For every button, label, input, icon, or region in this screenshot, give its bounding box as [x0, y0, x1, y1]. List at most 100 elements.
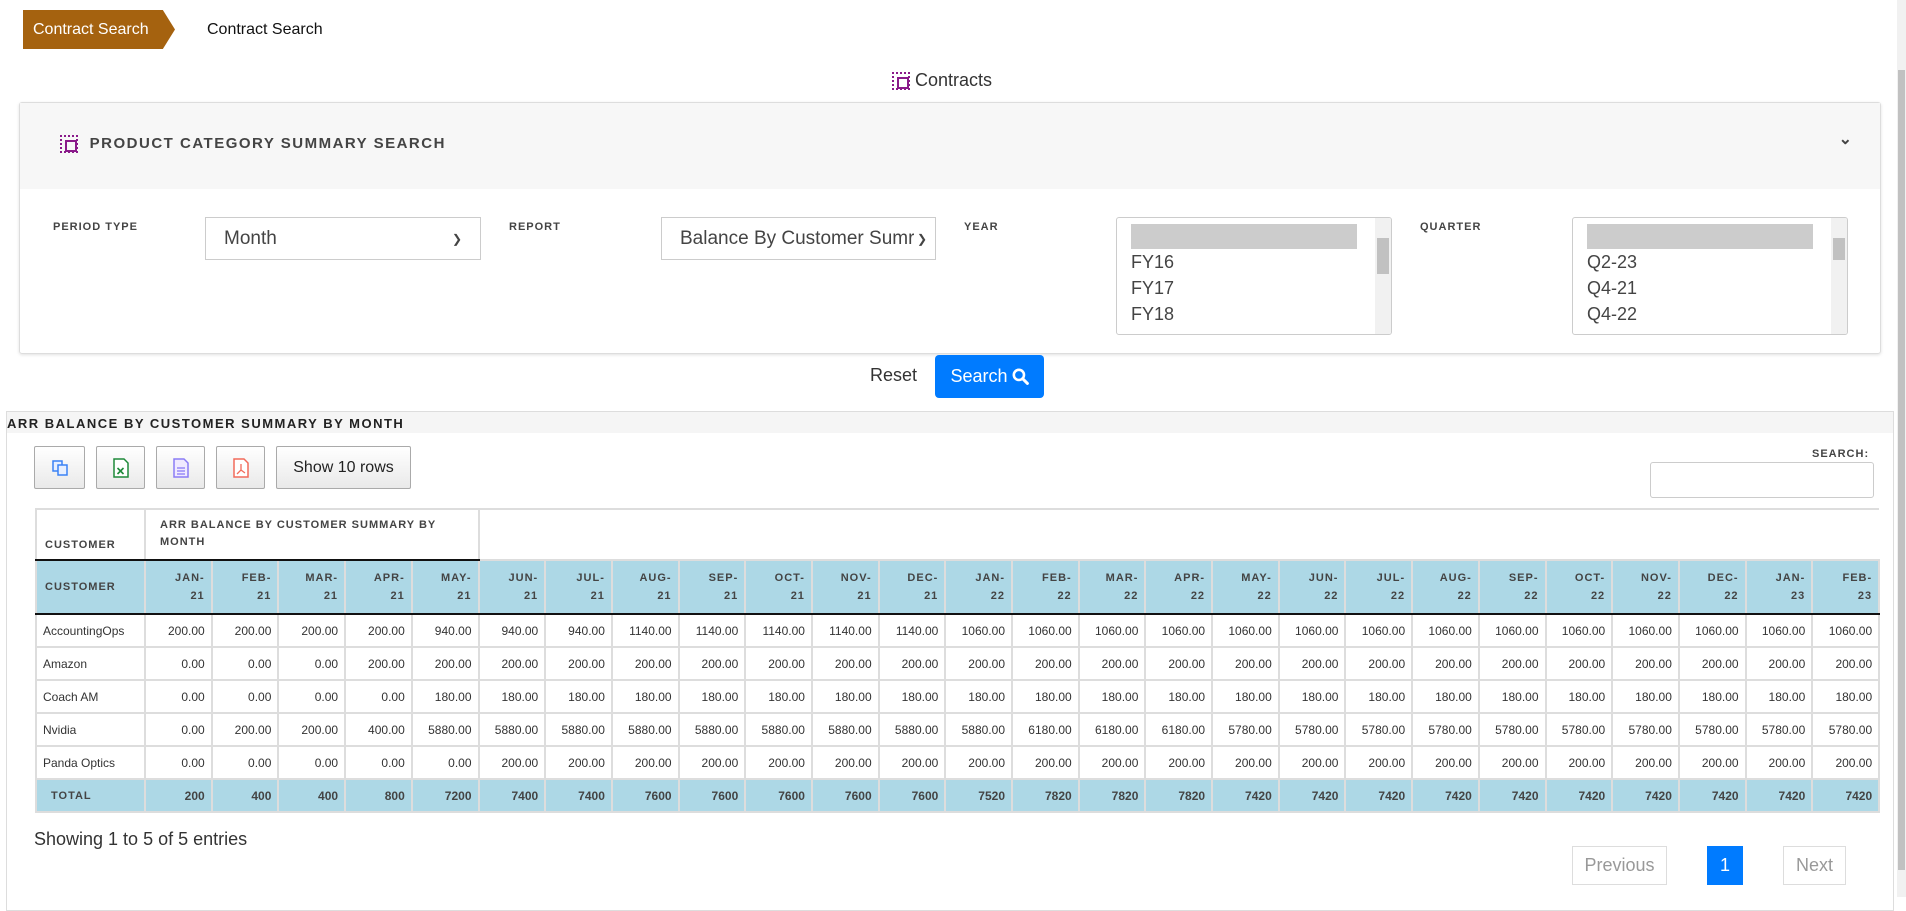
quarter-option-blank[interactable] — [1587, 224, 1813, 249]
excel-icon — [112, 457, 129, 478]
total-cell: 7600 — [677, 778, 747, 813]
copy-button[interactable] — [34, 446, 85, 489]
page-1-button[interactable]: 1 — [1707, 846, 1743, 885]
total-cell: 7420 — [1477, 778, 1547, 813]
chevron-down-icon: ❯ — [916, 231, 927, 246]
value-cell: 200.00 — [477, 646, 547, 681]
value-cell: 200.00 — [477, 745, 547, 780]
period-type-select[interactable]: Month ❯ — [205, 217, 481, 260]
total-cell: 7420 — [1411, 778, 1480, 813]
value-cell: 200.00 — [944, 745, 1013, 780]
value-cell: 200.00 — [1144, 646, 1214, 681]
value-cell: 1060.00 — [1277, 613, 1347, 648]
group-header-row: CUSTOMER ARR BALANCE BY CUSTOMER SUMMARY… — [35, 508, 1880, 561]
page-title: Contracts — [892, 70, 992, 91]
value-cell: 200.00 — [1277, 745, 1347, 780]
value-cell: 200.00 — [944, 646, 1013, 681]
value-cell: 200.00 — [610, 745, 680, 780]
table-row: Amazon 0.00 0.00 0.00 200.00 200.00 200.00 200.… — [35, 646, 1881, 681]
value-cell: 1140.00 — [877, 613, 947, 648]
year-option-blank[interactable] — [1131, 224, 1357, 249]
column-header-month[interactable]: JUL-21 — [544, 559, 613, 615]
column-header-month[interactable]: FEB-21 — [210, 559, 280, 615]
column-header-customer[interactable]: CUSTOMER — [35, 559, 146, 615]
value-cell: 200.00 — [1411, 646, 1480, 681]
column-header-month[interactable]: NOV-21 — [810, 559, 880, 615]
panel-title-text: PRODUCT CATEGORY SUMMARY SEARCH — [89, 135, 446, 152]
value-cell: 200.00 — [344, 646, 413, 681]
column-header-month[interactable]: FEB-23 — [1811, 559, 1881, 615]
year-option[interactable]: FY16 — [1117, 249, 1391, 275]
previous-page-button[interactable]: Previous — [1572, 846, 1667, 885]
reset-button[interactable]: Reset — [870, 365, 917, 386]
value-cell: 200.00 — [1077, 745, 1147, 780]
column-header-month[interactable]: MAY-21 — [410, 559, 480, 615]
report-select[interactable]: Balance By Customer Sumr ❯ — [661, 217, 936, 260]
year-listbox[interactable]: FY16 FY17 FY18 — [1116, 217, 1392, 335]
report-label: REPORT — [509, 221, 561, 233]
quarter-option[interactable]: Q4-22 — [1573, 301, 1847, 327]
value-cell: 5780.00 — [1544, 712, 1614, 747]
year-option[interactable]: FY17 — [1117, 275, 1391, 301]
search-button-label: Search — [950, 366, 1008, 386]
value-cell: 5880.00 — [410, 712, 480, 747]
value-cell: 5780.00 — [1211, 712, 1280, 747]
column-header-month[interactable]: MAR-21 — [277, 559, 347, 615]
table-search-input[interactable] — [1650, 462, 1874, 498]
value-cell: 200.00 — [210, 613, 280, 648]
page-scrollbar[interactable] — [1897, 0, 1906, 897]
column-header-month[interactable]: AUG-22 — [1411, 559, 1480, 615]
collapse-chevron-icon[interactable]: ⌄ — [1839, 129, 1852, 149]
group-header-title: ARR BALANCE BY CUSTOMER SUMMARY BY MONTH — [144, 508, 480, 561]
search-button[interactable]: Search — [935, 355, 1044, 398]
column-header-month[interactable]: SEP-21 — [677, 559, 747, 615]
column-header-month[interactable]: FEB-22 — [1011, 559, 1080, 615]
column-header-month[interactable]: APR-21 — [344, 559, 413, 615]
column-header-month[interactable]: MAY-22 — [1211, 559, 1280, 615]
column-header-month[interactable]: OCT-22 — [1544, 559, 1614, 615]
column-header-month[interactable]: SEP-22 — [1477, 559, 1547, 615]
show-rows-button[interactable]: Show 10 rows — [276, 446, 411, 489]
group-header-spacer — [478, 508, 1880, 560]
value-cell: 200.00 — [1677, 745, 1747, 780]
quarter-listbox[interactable]: Q2-23 Q4-21 Q4-22 — [1572, 217, 1848, 335]
column-header-month[interactable]: JUN-22 — [1277, 559, 1347, 615]
column-header-month[interactable]: JUN-21 — [477, 559, 547, 615]
year-scrollbar[interactable] — [1375, 218, 1391, 334]
column-header-month[interactable]: NOV-22 — [1611, 559, 1680, 615]
breadcrumb-item-contract-search[interactable]: Contract Search — [23, 10, 175, 49]
year-option[interactable]: FY18 — [1117, 301, 1391, 327]
value-cell: 1140.00 — [610, 613, 680, 648]
value-cell: 200.00 — [1144, 745, 1214, 780]
column-header-month[interactable]: DEC-22 — [1677, 559, 1747, 615]
column-header-month-label: JUL-22 — [1376, 572, 1406, 602]
table-info: Showing 1 to 5 of 5 entries — [34, 829, 248, 849]
quarter-option[interactable]: Q4-21 — [1573, 275, 1847, 301]
table-row: Panda Optics 0.00 0.00 0.00 0.00 0.00 200.00 20… — [35, 745, 1881, 780]
column-header-month[interactable]: OCT-21 — [744, 559, 813, 615]
column-header-month[interactable]: JAN-23 — [1744, 559, 1814, 615]
value-cell: 200.00 — [810, 646, 880, 681]
column-header-month[interactable]: DEC-21 — [877, 559, 947, 615]
value-cell: 5780.00 — [1344, 712, 1414, 747]
column-header-month[interactable]: MAR-22 — [1077, 559, 1147, 615]
quarter-scrollbar[interactable] — [1831, 218, 1847, 334]
excel-button[interactable] — [96, 446, 145, 489]
next-page-button[interactable]: Next — [1783, 846, 1846, 885]
value-cell: 1060.00 — [1011, 613, 1080, 648]
total-cell: 7420 — [1211, 778, 1280, 813]
column-header-month[interactable]: JAN-22 — [944, 559, 1013, 615]
column-header-month[interactable]: JUL-22 — [1344, 559, 1414, 615]
report-value: Balance By Customer Sumr — [680, 227, 915, 249]
value-cell: 1060.00 — [1344, 613, 1414, 648]
total-cell: 7420 — [1344, 778, 1414, 813]
column-header-month[interactable]: APR-22 — [1144, 559, 1214, 615]
column-header-month[interactable]: JAN-21 — [144, 559, 213, 615]
pdf-button[interactable] — [216, 446, 265, 489]
csv-icon — [172, 457, 189, 478]
value-cell: 0.00 — [344, 679, 413, 714]
column-header-month[interactable]: AUG-21 — [610, 559, 680, 615]
quarter-option[interactable]: Q2-23 — [1573, 249, 1847, 275]
value-cell: 6180.00 — [1144, 712, 1214, 747]
csv-button[interactable] — [156, 446, 205, 489]
